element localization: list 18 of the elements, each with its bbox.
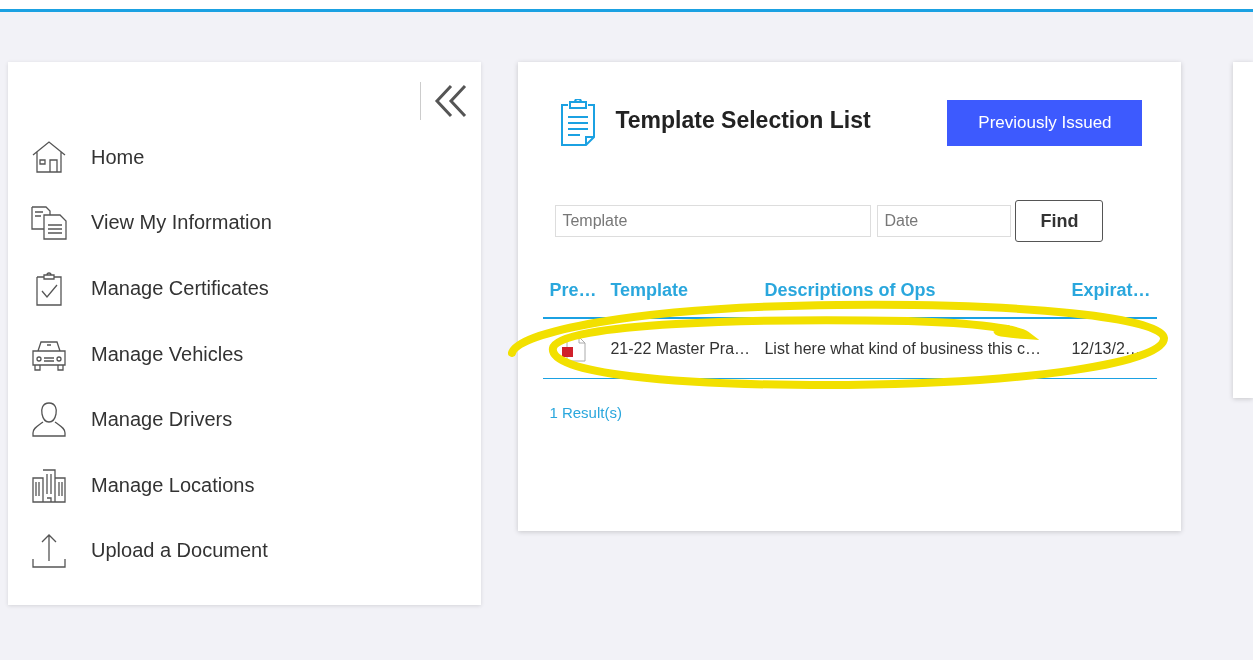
previously-issued-button[interactable]: Previously Issued [947,100,1143,146]
nav-link[interactable]: Manage Drivers [91,404,233,435]
person-icon [30,400,68,439]
documents-icon [30,203,68,242]
nav-link[interactable]: Upload a Document [91,535,268,566]
nav-link[interactable]: Manage Certificates [91,273,269,303]
find-button[interactable]: Find [1015,200,1104,242]
date-field[interactable]: Date [877,205,1012,237]
nav-link[interactable]: Manage Locations [91,469,255,500]
template-field[interactable]: Template [555,205,872,237]
nav-link[interactable]: Home [91,141,145,172]
nav-link[interactable]: Manage Vehicles [91,338,244,369]
result-count: 1 Result(s) [549,404,622,421]
nav-link[interactable]: View My Information [91,207,272,238]
table-cell: List here what kind of business this c… [764,339,1041,357]
card-title: Template Selection List [615,106,871,135]
table-cell: 12/13/2… [1071,339,1141,357]
table-cell: 21-22 Master Pra… [610,339,751,357]
